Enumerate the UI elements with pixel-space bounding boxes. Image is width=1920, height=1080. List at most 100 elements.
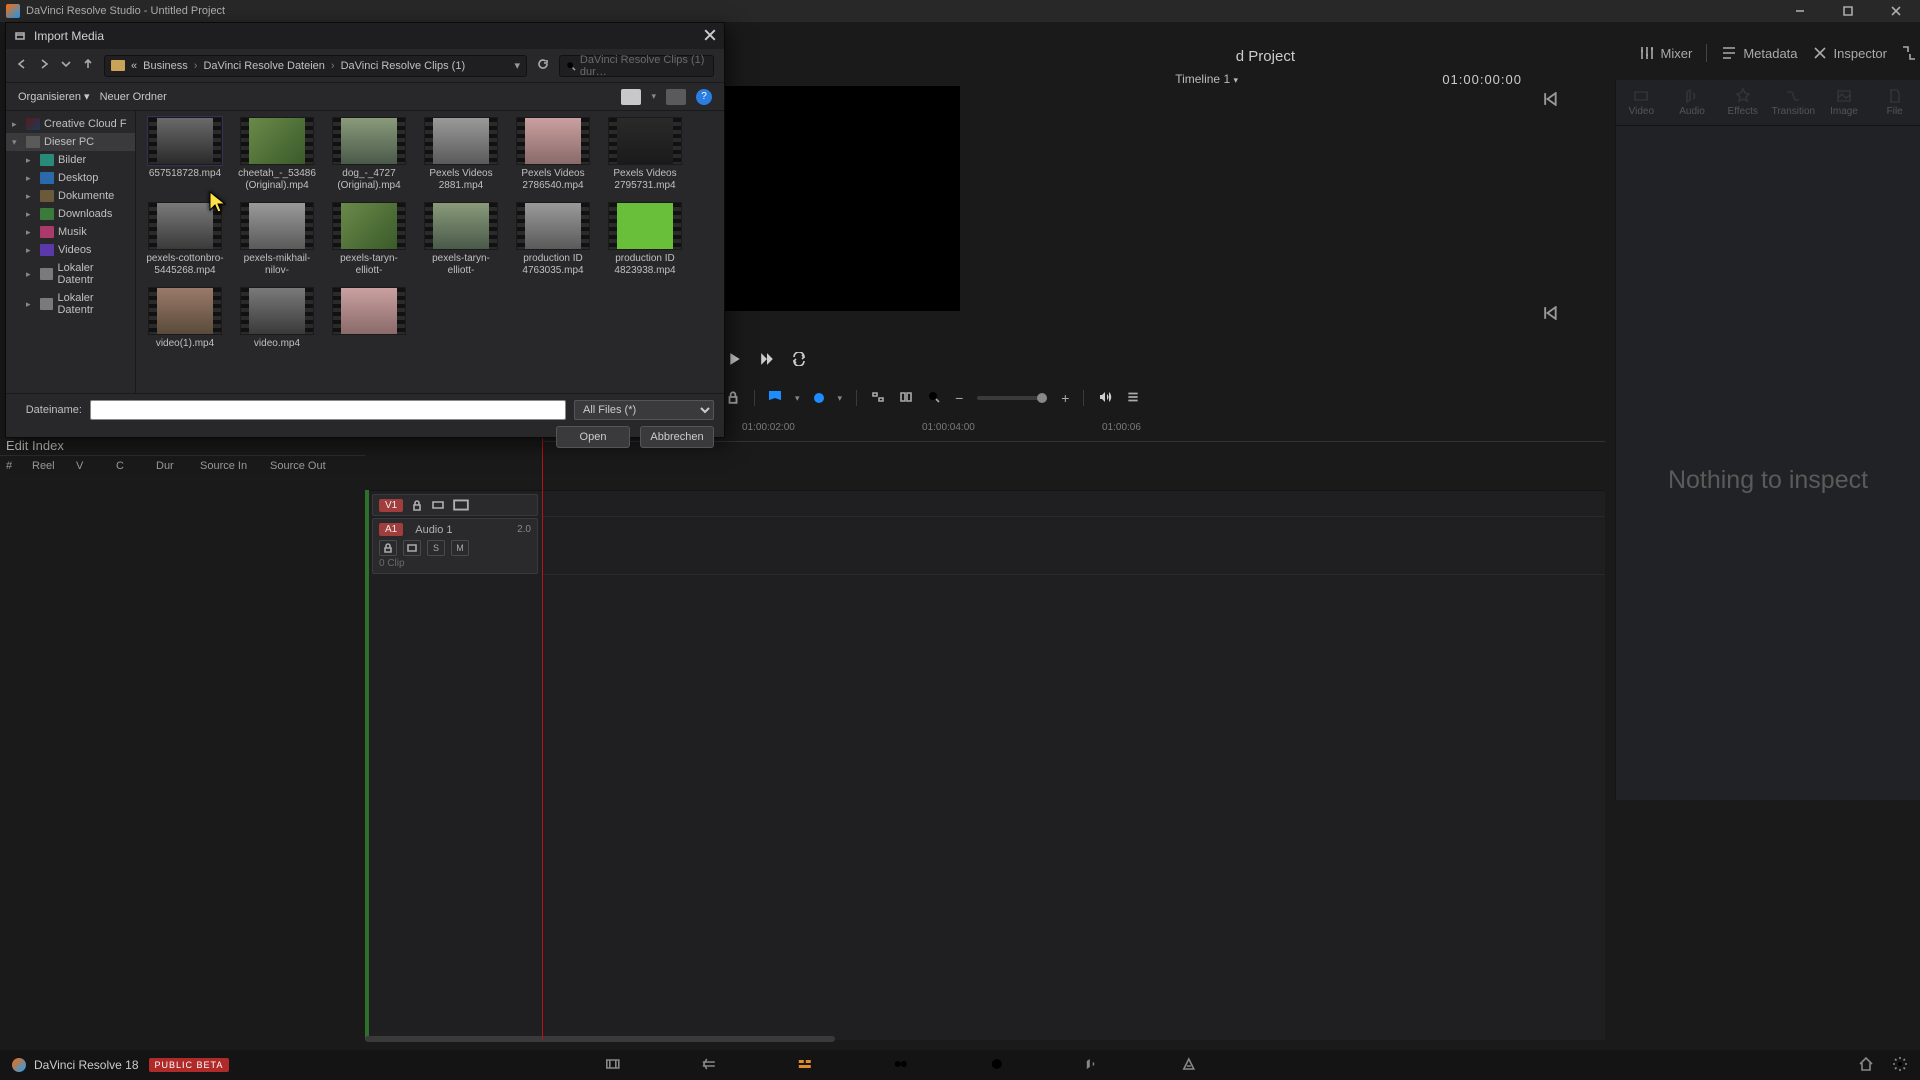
cancel-button[interactable]: Abbrechen bbox=[640, 426, 714, 448]
close-button[interactable] bbox=[1872, 0, 1920, 22]
breadcrumb-dropdown[interactable]: ▾ bbox=[514, 59, 520, 72]
nav-recent-button[interactable] bbox=[60, 58, 72, 73]
tree-node[interactable]: ▸Lokaler Datentr bbox=[6, 259, 135, 289]
expand-button[interactable] bbox=[1901, 45, 1917, 61]
flag-icon[interactable] bbox=[769, 391, 781, 405]
filename-label: Dateiname: bbox=[16, 404, 82, 416]
auto-select-icon[interactable] bbox=[431, 499, 445, 511]
inspector-tab-audio[interactable]: Audio bbox=[1667, 80, 1718, 125]
file-item[interactable]: pexels-taryn-elliott-9683431.mp4 bbox=[422, 202, 500, 277]
file-item[interactable]: production ID 4823938.mp4 bbox=[606, 202, 684, 277]
zoom-slider[interactable] bbox=[977, 396, 1047, 400]
inspector-tab-video[interactable]: Video bbox=[1616, 80, 1667, 125]
tree-node[interactable]: ▸Dokumente bbox=[6, 187, 135, 205]
inspector-tab-file[interactable]: File bbox=[1869, 80, 1920, 125]
search-input[interactable]: DaVinci Resolve Clips (1) dur… bbox=[559, 55, 714, 77]
info-button[interactable]: ? bbox=[696, 89, 712, 105]
zoom-in-icon[interactable]: + bbox=[1061, 390, 1069, 406]
tree-node[interactable]: ▸Creative Cloud F bbox=[6, 115, 135, 133]
playhead[interactable] bbox=[542, 418, 543, 1040]
file-item[interactable]: cheetah_-_53486 (Original).mp4 bbox=[238, 117, 316, 192]
tree-node[interactable]: ▸Downloads bbox=[6, 205, 135, 223]
marker-icon[interactable] bbox=[814, 393, 824, 403]
breadcrumb-bar[interactable]: « Business› DaVinci Resolve Dateien› DaV… bbox=[104, 55, 527, 77]
lock-icon[interactable] bbox=[411, 499, 423, 511]
breadcrumb-item[interactable]: Business bbox=[143, 60, 188, 72]
page-cut-icon[interactable] bbox=[701, 1056, 717, 1075]
nav-up-button[interactable] bbox=[82, 58, 94, 73]
inspector-tab-transition[interactable]: Transition bbox=[1768, 80, 1819, 125]
breadcrumb-item[interactable]: DaVinci Resolve Clips (1) bbox=[341, 60, 466, 72]
view-preview-button[interactable] bbox=[666, 89, 686, 105]
timeline-scrollbar[interactable] bbox=[365, 1036, 835, 1042]
maximize-button[interactable] bbox=[1824, 0, 1872, 22]
timecode[interactable]: 01:00:00:00 bbox=[1442, 72, 1522, 87]
file-filter-dropdown[interactable]: All Files (*) bbox=[574, 400, 714, 420]
file-item[interactable]: video(1).mp4 bbox=[146, 287, 224, 350]
play-button[interactable] bbox=[728, 352, 742, 369]
timeline-name[interactable]: Timeline 1 ▾ bbox=[1175, 72, 1238, 86]
open-button[interactable]: Open bbox=[556, 426, 630, 448]
file-item[interactable]: pexels-mikhail-nilov-6942639.mp4 bbox=[238, 202, 316, 277]
next-frame-button[interactable] bbox=[760, 352, 774, 369]
auto-select-icon[interactable] bbox=[403, 540, 421, 556]
volume-icon[interactable] bbox=[1098, 390, 1112, 407]
file-item[interactable]: pexels-taryn-elliott-9683115.mp4 bbox=[330, 202, 408, 277]
lock-icon[interactable] bbox=[726, 390, 740, 407]
file-item[interactable]: Pexels Videos 2881.mp4 bbox=[422, 117, 500, 192]
tree-node[interactable]: ▸Videos bbox=[6, 241, 135, 259]
new-folder-button[interactable]: Neuer Ordner bbox=[100, 91, 167, 103]
viewer[interactable] bbox=[720, 86, 960, 311]
zoom-custom-icon[interactable] bbox=[927, 390, 941, 407]
filename-input[interactable] bbox=[90, 400, 566, 420]
nav-forward-button[interactable] bbox=[38, 58, 50, 73]
inspector-tab-image[interactable]: Image bbox=[1819, 80, 1870, 125]
track-header-a1[interactable]: A1 Audio 1 2.0 S M 0 Clip bbox=[372, 518, 538, 574]
file-item[interactable] bbox=[330, 287, 408, 350]
page-edit-icon[interactable] bbox=[797, 1056, 813, 1075]
page-fusion-icon[interactable] bbox=[893, 1056, 909, 1075]
tree-node[interactable]: ▾Dieser PC bbox=[6, 133, 135, 151]
file-item[interactable]: 657518728.mp4 bbox=[146, 117, 224, 192]
file-item[interactable]: Pexels Videos 2795731.mp4 bbox=[606, 117, 684, 192]
viewer-skip-end-icon[interactable] bbox=[1544, 306, 1558, 323]
view-dropdown[interactable]: ▾ bbox=[651, 91, 656, 102]
tree-node[interactable]: ▸Lokaler Datentr bbox=[6, 289, 135, 319]
tree-node[interactable]: ▸Musik bbox=[6, 223, 135, 241]
dialog-close-button[interactable] bbox=[704, 29, 716, 44]
lock-icon[interactable] bbox=[379, 540, 397, 556]
mute-button[interactable]: M bbox=[451, 540, 469, 556]
file-item[interactable]: production ID 4763035.mp4 bbox=[514, 202, 592, 277]
tree-node[interactable]: ▸Desktop bbox=[6, 169, 135, 187]
home-icon[interactable] bbox=[1858, 1056, 1874, 1075]
zoom-detail-icon[interactable] bbox=[899, 390, 913, 407]
page-fairlight-icon[interactable] bbox=[1085, 1056, 1101, 1075]
solo-button[interactable]: S bbox=[427, 540, 445, 556]
page-color-icon[interactable] bbox=[989, 1056, 1005, 1075]
mixer-toggle[interactable]: Mixer bbox=[1639, 45, 1693, 61]
zoom-fit-icon[interactable] bbox=[871, 390, 885, 407]
track-header-v1[interactable]: V1 bbox=[372, 494, 538, 516]
metadata-toggle[interactable]: Metadata bbox=[1721, 45, 1797, 61]
minimize-button[interactable] bbox=[1776, 0, 1824, 22]
tree-node[interactable]: ▸Bilder bbox=[6, 151, 135, 169]
inspector-tab-effects[interactable]: Effects bbox=[1717, 80, 1768, 125]
breadcrumb-item[interactable]: DaVinci Resolve Dateien bbox=[203, 60, 324, 72]
file-grid[interactable]: 657518728.mp4cheetah_-_53486 (Original).… bbox=[136, 111, 724, 393]
refresh-button[interactable] bbox=[537, 58, 549, 73]
file-item[interactable]: dog_-_4727 (Original).mp4 bbox=[330, 117, 408, 192]
settings-gear-icon[interactable] bbox=[1892, 1056, 1908, 1075]
zoom-out-icon[interactable]: − bbox=[955, 390, 963, 406]
page-media-icon[interactable] bbox=[605, 1056, 621, 1075]
view-thumbnails-button[interactable] bbox=[621, 89, 641, 105]
inspector-toggle[interactable]: Inspector bbox=[1812, 45, 1887, 61]
viewer-skip-start-icon[interactable] bbox=[1544, 92, 1558, 109]
page-deliver-icon[interactable] bbox=[1181, 1056, 1197, 1075]
file-item[interactable]: Pexels Videos 2786540.mp4 bbox=[514, 117, 592, 192]
track-display-icon[interactable] bbox=[453, 499, 469, 511]
timeline-options-icon[interactable] bbox=[1126, 390, 1140, 407]
organize-dropdown[interactable]: Organisieren ▾ bbox=[18, 90, 90, 103]
nav-back-button[interactable] bbox=[16, 58, 28, 73]
file-item[interactable]: video.mp4 bbox=[238, 287, 316, 350]
loop-button[interactable] bbox=[792, 352, 806, 369]
